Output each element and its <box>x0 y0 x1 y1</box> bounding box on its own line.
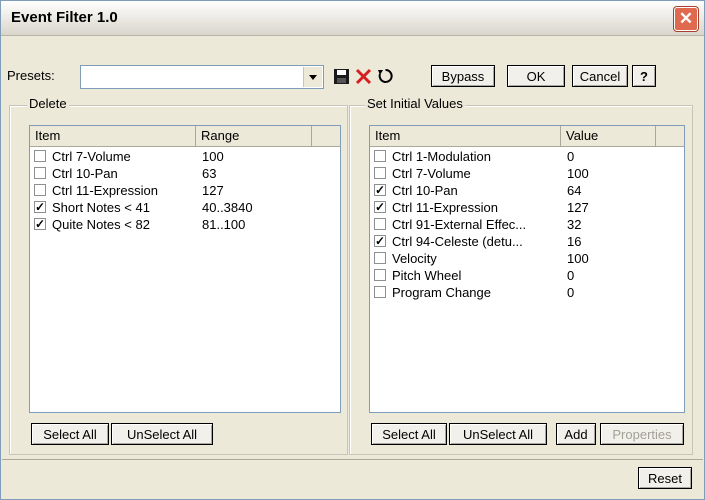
help-button[interactable]: ? <box>632 65 656 87</box>
list-item[interactable]: Ctrl 91-External Effec... 32 <box>370 216 684 233</box>
title-bar[interactable]: Event Filter 1.0 ✕ <box>1 1 704 36</box>
row-value: 127 <box>202 183 224 198</box>
presets-combo[interactable] <box>80 65 324 89</box>
row-item-label: Short Notes < 41 <box>52 200 150 215</box>
delete-icon[interactable] <box>353 65 373 87</box>
row-checkbox[interactable] <box>374 286 386 298</box>
ok-button[interactable]: OK <box>507 65 565 87</box>
row-item-label: Ctrl 10-Pan <box>52 166 118 181</box>
row-checkbox[interactable]: ✓ <box>34 201 46 213</box>
row-item-label: Ctrl 91-External Effec... <box>392 217 527 232</box>
list-item[interactable]: ✓ Ctrl 94-Celeste (detu... 16 <box>370 233 684 250</box>
column-header-range[interactable]: Range <box>196 126 312 146</box>
row-checkbox[interactable]: ✓ <box>374 235 386 247</box>
row-value: 0 <box>567 285 575 300</box>
delete-select-all-button[interactable]: Select All <box>31 423 109 445</box>
reset-button[interactable]: Reset <box>638 467 692 489</box>
initial-select-all-button[interactable]: Select All <box>371 423 447 445</box>
presets-label: Presets: <box>7 68 55 83</box>
window-title: Event Filter 1.0 <box>11 9 118 26</box>
row-item-label: Ctrl 11-Expression <box>392 200 498 215</box>
list-item[interactable]: Ctrl 1-Modulation 0 <box>370 148 684 165</box>
initial-values-group-label: Set Initial Values <box>365 96 465 111</box>
list-item[interactable]: Velocity 100 <box>370 250 684 267</box>
save-icon[interactable] <box>331 65 351 87</box>
row-item-label: Ctrl 11-Expression <box>52 183 158 198</box>
column-header-value[interactable]: Value <box>561 126 656 146</box>
close-button[interactable]: ✕ <box>674 7 698 31</box>
footer-divider <box>2 459 703 460</box>
row-item-label: Ctrl 10-Pan <box>392 183 458 198</box>
properties-button[interactable]: Properties <box>600 423 684 445</box>
row-checkbox[interactable] <box>374 167 386 179</box>
row-value: 63 <box>202 166 217 181</box>
delete-unselect-all-button[interactable]: UnSelect All <box>111 423 213 445</box>
add-button[interactable]: Add <box>556 423 596 445</box>
column-header-item[interactable]: Item <box>30 126 196 146</box>
row-checkbox[interactable] <box>34 150 46 162</box>
list-item[interactable]: Ctrl 10-Pan 63 <box>30 165 340 182</box>
row-item-label: Quite Notes < 82 <box>52 217 150 232</box>
row-value: 127 <box>567 200 589 215</box>
row-value: 81..100 <box>202 217 246 232</box>
row-checkbox[interactable] <box>34 167 46 179</box>
list-item[interactable]: ✓ Ctrl 11-Expression 127 <box>370 199 684 216</box>
initial-values-list-header: Item Value <box>370 126 684 147</box>
row-item-label: Program Change <box>392 285 491 300</box>
row-value: 16 <box>567 234 582 249</box>
row-checkbox[interactable] <box>374 269 386 281</box>
list-item[interactable]: ✓ Quite Notes < 82 81..100 <box>30 216 340 233</box>
row-value: 32 <box>567 217 582 232</box>
row-item-label: Ctrl 94-Celeste (detu... <box>392 234 523 249</box>
dropdown-arrow-icon[interactable] <box>303 67 322 87</box>
row-checkbox[interactable]: ✓ <box>374 184 386 196</box>
row-checkbox[interactable] <box>374 218 386 230</box>
list-item[interactable]: ✓ Ctrl 10-Pan 64 <box>370 182 684 199</box>
row-item-label: Ctrl 7-Volume <box>52 149 131 164</box>
row-value: 40..3840 <box>202 200 253 215</box>
list-item[interactable]: ✓ Short Notes < 41 40..3840 <box>30 199 340 216</box>
row-item-label: Velocity <box>392 251 437 266</box>
list-item[interactable]: Ctrl 11-Expression 127 <box>30 182 340 199</box>
cancel-button[interactable]: Cancel <box>572 65 628 87</box>
row-item-label: Ctrl 1-Modulation <box>392 149 491 164</box>
row-value: 0 <box>567 268 575 283</box>
list-item[interactable]: Pitch Wheel 0 <box>370 267 684 284</box>
row-value: 100 <box>567 251 589 266</box>
row-item-label: Pitch Wheel <box>392 268 462 283</box>
delete-list-header: Item Range <box>30 126 340 147</box>
list-item[interactable]: Ctrl 7-Volume 100 <box>30 148 340 165</box>
delete-group-label: Delete <box>27 96 69 111</box>
row-value: 100 <box>567 166 589 181</box>
row-checkbox[interactable] <box>374 150 386 162</box>
list-item[interactable]: Ctrl 7-Volume 100 <box>370 165 684 182</box>
row-value: 64 <box>567 183 582 198</box>
column-header-item[interactable]: Item <box>370 126 561 146</box>
row-checkbox[interactable]: ✓ <box>34 218 46 230</box>
list-item[interactable]: Program Change 0 <box>370 284 684 301</box>
row-value: 0 <box>567 149 575 164</box>
row-checkbox[interactable] <box>374 252 386 264</box>
bypass-button[interactable]: Bypass <box>431 65 495 87</box>
initial-unselect-all-button[interactable]: UnSelect All <box>449 423 547 445</box>
event-filter-window: Event Filter 1.0 ✕ Presets: Bypass OK Ca… <box>0 0 705 500</box>
row-checkbox[interactable] <box>34 184 46 196</box>
refresh-icon[interactable] <box>375 65 395 87</box>
row-checkbox[interactable]: ✓ <box>374 201 386 213</box>
initial-values-list[interactable]: Item Value Ctrl 1-Modulation 0 Ctrl 7-Volu… <box>369 125 685 413</box>
row-value: 100 <box>202 149 224 164</box>
row-item-label: Ctrl 7-Volume <box>392 166 471 181</box>
delete-list[interactable]: Item Range Ctrl 7-Volume 100 Ctrl 10-Pan 63… <box>29 125 341 413</box>
